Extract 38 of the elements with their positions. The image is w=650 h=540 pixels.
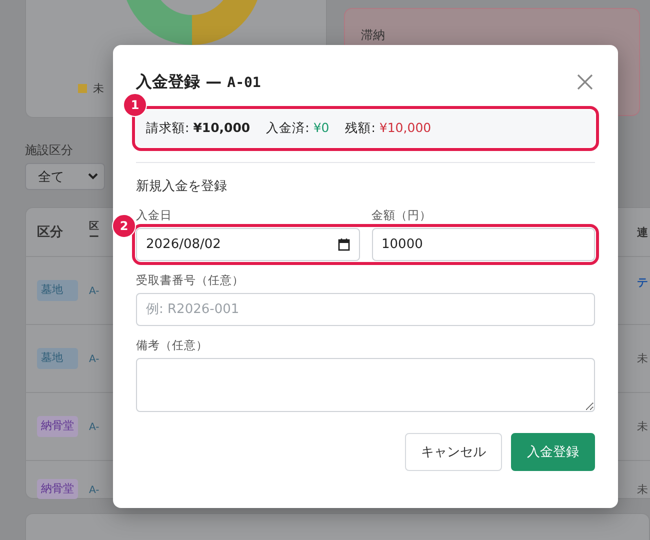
- field-label: 備考（任意）: [136, 338, 209, 353]
- annotation-marker: 2: [112, 214, 136, 238]
- table-cell-text: 未: [637, 419, 649, 434]
- legend-label: 未: [93, 81, 104, 96]
- column-header: 区ー: [89, 221, 99, 243]
- table-cell-text: 未: [637, 482, 649, 496]
- summary-item: 入金済: ¥0: [266, 120, 330, 137]
- column-header: 連: [637, 224, 649, 240]
- table-cell: A-: [89, 286, 100, 297]
- submit-button[interactable]: 入金登録: [511, 433, 595, 471]
- chevron-down-icon: [88, 173, 98, 180]
- note-field[interactable]: [136, 358, 595, 412]
- column-header: 区分: [36, 224, 64, 241]
- category-tag: 納骨堂: [37, 478, 78, 500]
- receipt-number-field[interactable]: 例: R2026-001: [136, 293, 595, 326]
- dialog-title: 入金登録 — A-01: [136, 72, 261, 92]
- calendar-icon[interactable]: [338, 238, 350, 251]
- field-label: 入金日: [136, 208, 173, 223]
- close-icon[interactable]: [577, 74, 593, 90]
- field-label: 金額（円）: [372, 208, 432, 223]
- field-label: 受取書番号（任意）: [136, 273, 245, 288]
- summary-item: 残額: ¥10,000: [345, 120, 432, 137]
- table-cell: A-: [89, 422, 100, 433]
- filter-label: 施設区分: [25, 142, 74, 159]
- annotation-marker: 1: [123, 93, 147, 117]
- table-cell: A-: [89, 354, 100, 365]
- amount-field[interactable]: 10000: [372, 228, 595, 261]
- date-field[interactable]: 2026/08/02: [136, 228, 360, 261]
- filter-select[interactable]: 全て: [25, 163, 105, 190]
- table-cell: A-: [89, 484, 100, 496]
- category-tag: 墓地: [37, 348, 78, 369]
- cancel-button[interactable]: キャンセル: [405, 433, 502, 471]
- summary-item: 請求額: ¥10,000: [146, 120, 250, 137]
- alert-title: 滞納: [361, 28, 385, 42]
- category-tag: 墓地: [37, 280, 78, 301]
- section-title: 新規入金を登録: [136, 178, 228, 195]
- category-tag: 納骨堂: [37, 416, 78, 437]
- table-cell-text: 未: [637, 351, 649, 366]
